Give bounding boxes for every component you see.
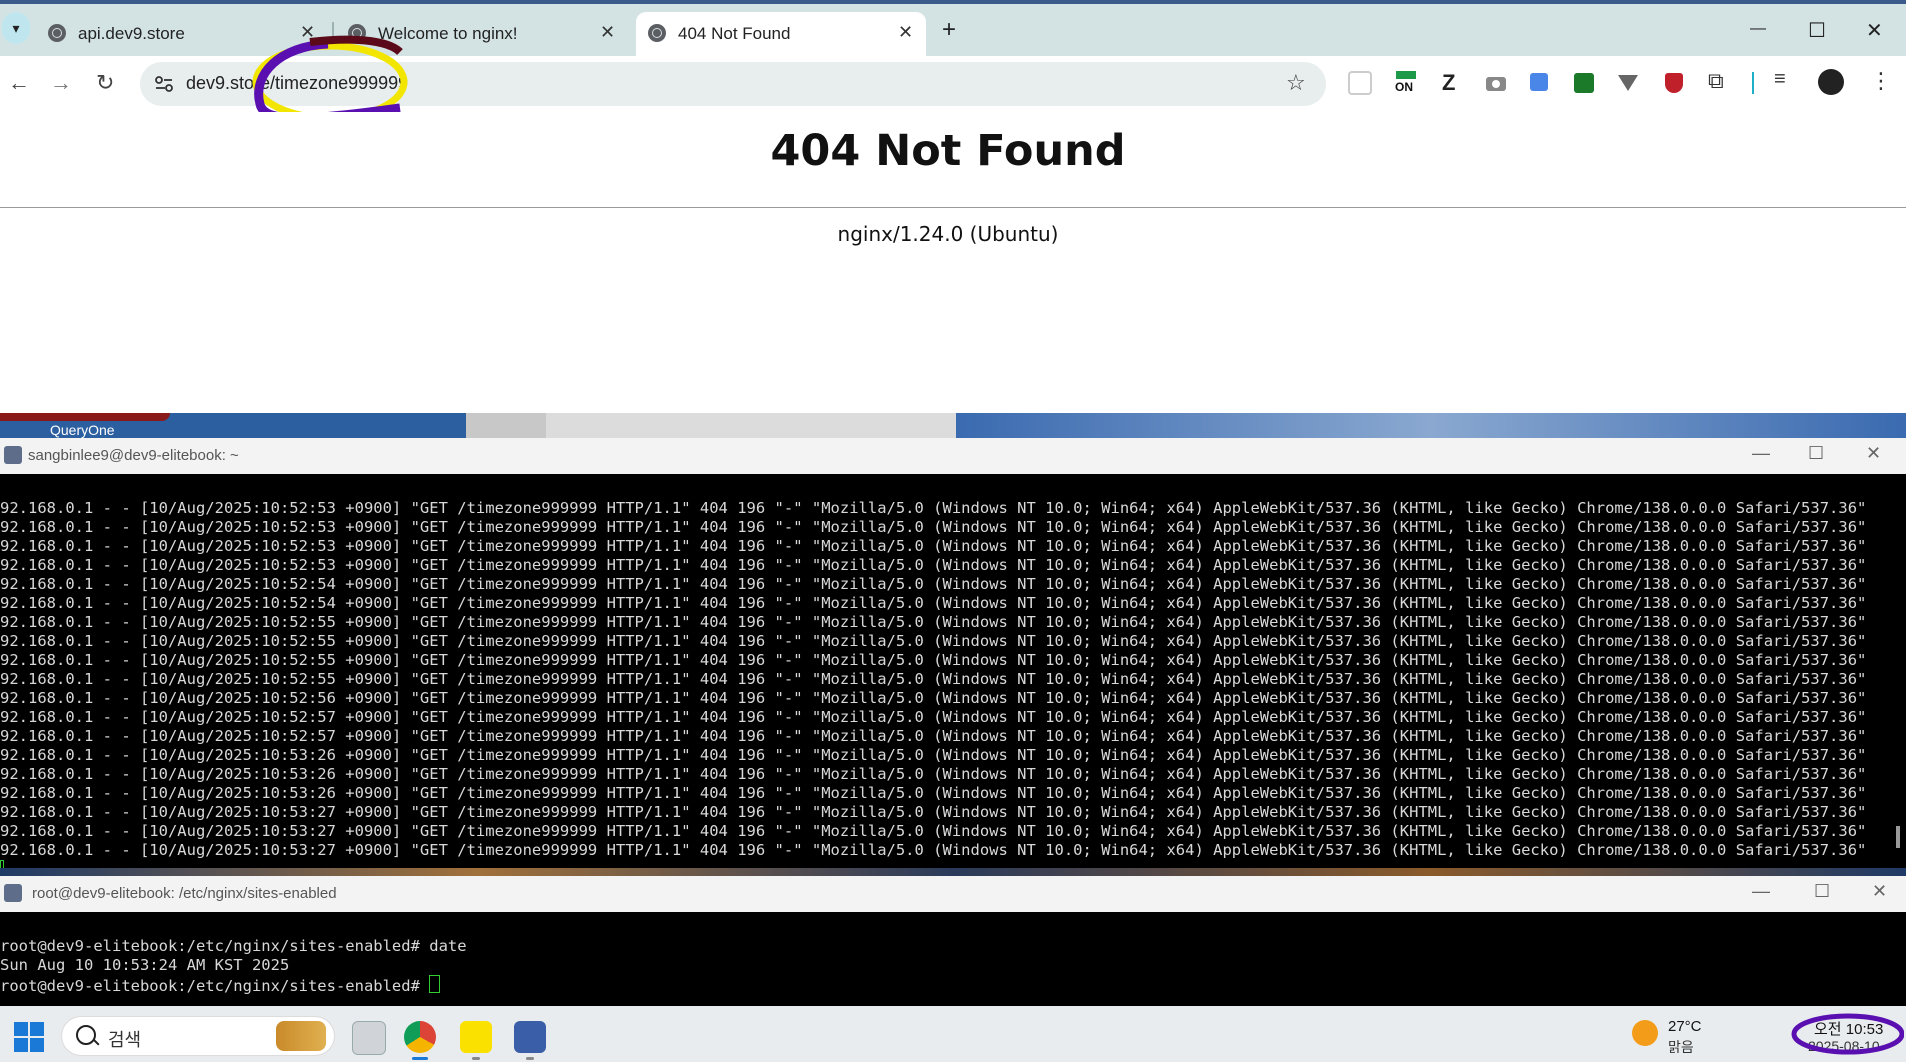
desktop-label: QueryOne — [50, 422, 115, 438]
server-signature: nginx/1.24.0 (Ubuntu) — [837, 222, 1059, 246]
scrollbar[interactable] — [1896, 826, 1900, 848]
minimize-button[interactable]: — — [1752, 443, 1770, 464]
log-line: 92.168.0.1 - - [10/Aug/2025:10:52:55 +09… — [0, 651, 1867, 669]
bookmark-star-icon[interactable]: ☆ — [1286, 70, 1306, 96]
tab-title: 404 Not Found — [678, 24, 791, 43]
puzzle-icon[interactable]: ⧉ — [1708, 68, 1724, 94]
close-window-button[interactable]: ✕ — [1866, 18, 1883, 43]
log-line: 92.168.0.1 - - [10/Aug/2025:10:52:56 +09… — [0, 689, 1867, 707]
app-indicator — [472, 1057, 480, 1060]
camera-icon[interactable] — [1484, 71, 1508, 95]
shield-icon[interactable] — [1662, 71, 1686, 95]
close-button[interactable]: ✕ — [1872, 881, 1887, 902]
maximize-button[interactable]: ☐ — [1808, 443, 1824, 464]
shell-line: Sun Aug 10 10:53:24 AM KST 2025 — [0, 956, 290, 974]
log-line: 92.168.0.1 - - [10/Aug/2025:10:53:26 +09… — [0, 784, 1867, 802]
on-extension-icon[interactable]: ON — [1394, 71, 1418, 95]
desktop-wallpaper — [956, 413, 1906, 438]
terminal-title: sangbinlee9@dev9-elitebook: ~ — [28, 447, 239, 464]
divider — [0, 207, 1906, 208]
close-button[interactable]: ✕ — [1866, 443, 1881, 464]
log-line: 92.168.0.1 - - [10/Aug/2025:10:52:53 +09… — [0, 499, 1867, 517]
tab-close-button[interactable]: ✕ — [600, 22, 615, 43]
forward-button[interactable]: → — [50, 70, 72, 96]
weather-icon[interactable] — [1632, 1020, 1658, 1046]
page-title: 404 Not Found — [770, 126, 1126, 176]
putty-icon — [4, 884, 22, 902]
media-icon[interactable]: ≡ — [1774, 68, 1786, 91]
terminal-window-logs[interactable]: sangbinlee9@dev9-elitebook: ~ — ☐ ✕ 92.1… — [0, 438, 1906, 878]
terminal-titlebar[interactable]: sangbinlee9@dev9-elitebook: ~ — ☐ ✕ — [0, 438, 1906, 474]
log-line: 92.168.0.1 - - [10/Aug/2025:10:52:53 +09… — [0, 556, 1867, 574]
terminal-window-shell[interactable]: root@dev9-elitebook: /etc/nginx/sites-en… — [0, 876, 1906, 1006]
log-line: 92.168.0.1 - - [10/Aug/2025:10:53:27 +09… — [0, 822, 1867, 840]
app-indicator — [526, 1057, 534, 1060]
vue-icon[interactable] — [1616, 71, 1640, 95]
desktop-background: QueryOne — [0, 413, 1906, 438]
minimize-button[interactable]: — — [1750, 20, 1766, 38]
translate-icon[interactable] — [1528, 71, 1552, 95]
active-app-indicator — [412, 1057, 428, 1060]
annotation-scribble — [1791, 1013, 1904, 1055]
globe-icon — [48, 24, 66, 42]
terminal-titlebar[interactable]: root@dev9-elitebook: /etc/nginx/sites-en… — [0, 876, 1906, 912]
shell-prompt: root@dev9-elitebook:/etc/nginx/sites-ena… — [0, 977, 430, 995]
back-button[interactable]: ← — [8, 70, 30, 96]
z-extension-icon[interactable]: Z — [1442, 70, 1455, 96]
weather-temp[interactable]: 27°C — [1668, 1018, 1702, 1035]
chrome-icon[interactable] — [404, 1021, 436, 1053]
page-content: 404 Not Found nginx/1.24.0 (Ubuntu) — [0, 112, 1906, 413]
log-line: 92.168.0.1 - - [10/Aug/2025:10:53:27 +09… — [0, 803, 1867, 821]
log-line: 92.168.0.1 - - [10/Aug/2025:10:52:54 +09… — [0, 594, 1867, 612]
log-line: 92.168.0.1 - - [10/Aug/2025:10:52:55 +09… — [0, 670, 1867, 688]
taskbar: 검색 27°C 맑음 오전 10:53 2025-08-10 — [0, 1006, 1906, 1062]
log-line: 92.168.0.1 - - [10/Aug/2025:10:52:54 +09… — [0, 575, 1867, 593]
minimize-button[interactable]: — — [1752, 881, 1770, 902]
log-line: 92.168.0.1 - - [10/Aug/2025:10:52:53 +09… — [0, 518, 1867, 536]
maximize-button[interactable]: ☐ — [1814, 881, 1830, 902]
search-icon — [76, 1025, 96, 1045]
terminal-output[interactable]: 92.168.0.1 - - [10/Aug/2025:10:52:53 +09… — [0, 480, 1866, 919]
tab-search-button[interactable]: ▾ — [2, 12, 30, 44]
kakaotalk-icon[interactable] — [460, 1021, 492, 1053]
desktop-window-fragment — [546, 413, 956, 438]
reload-button[interactable]: ↻ — [96, 70, 114, 96]
search-placeholder: 검색 — [108, 1030, 142, 1050]
start-button[interactable] — [14, 1022, 44, 1052]
robot-icon[interactable] — [1572, 71, 1596, 95]
log-line: 92.168.0.1 - - [10/Aug/2025:10:52:57 +09… — [0, 727, 1867, 745]
menu-icon[interactable]: ⋮ — [1870, 68, 1892, 94]
tab-404-not-found[interactable]: 404 Not Found ✕ — [636, 12, 926, 56]
terminal-title: root@dev9-elitebook: /etc/nginx/sites-en… — [32, 885, 337, 902]
globe-icon — [648, 24, 666, 42]
log-line: 92.168.0.1 - - [10/Aug/2025:10:53:27 +09… — [0, 841, 1867, 859]
shell-line: root@dev9-elitebook:/etc/nginx/sites-ena… — [0, 975, 467, 996]
putty-icon[interactable] — [514, 1021, 546, 1053]
browser-window: ▾ api.dev9.store ✕ Welcome to nginx! ✕ 4… — [0, 0, 1906, 413]
task-view-icon[interactable] — [352, 1021, 386, 1055]
ai-icon[interactable] — [1348, 71, 1372, 95]
search-highlight-image — [276, 1021, 326, 1051]
log-line: 92.168.0.1 - - [10/Aug/2025:10:52:57 +09… — [0, 708, 1867, 726]
log-line: 92.168.0.1 - - [10/Aug/2025:10:52:53 +09… — [0, 537, 1867, 555]
toolbar-divider — [1752, 72, 1754, 94]
log-line: 92.168.0.1 - - [10/Aug/2025:10:53:26 +09… — [0, 746, 1867, 764]
tab-title: api.dev9.store — [78, 24, 185, 43]
taskbar-search[interactable]: 검색 — [62, 1017, 334, 1055]
putty-icon — [4, 446, 22, 464]
desktop-background — [0, 868, 1906, 876]
desktop-window-fragment — [0, 413, 170, 421]
shell-line: root@dev9-elitebook:/etc/nginx/sites-ena… — [0, 937, 467, 955]
log-line: 92.168.0.1 - - [10/Aug/2025:10:52:55 +09… — [0, 613, 1867, 631]
log-line: 92.168.0.1 - - [10/Aug/2025:10:53:26 +09… — [0, 765, 1867, 783]
tab-close-button[interactable]: ✕ — [898, 22, 913, 43]
terminal-cursor — [429, 975, 441, 993]
log-line: 92.168.0.1 - - [10/Aug/2025:10:52:55 +09… — [0, 632, 1867, 650]
maximize-button[interactable]: ☐ — [1808, 18, 1826, 43]
site-info-icon[interactable] — [154, 74, 174, 94]
avatar[interactable] — [1818, 69, 1844, 95]
on-badge: ON — [1395, 80, 1413, 94]
new-tab-button[interactable]: + — [942, 16, 956, 44]
weather-desc[interactable]: 맑음 — [1668, 1037, 1694, 1057]
